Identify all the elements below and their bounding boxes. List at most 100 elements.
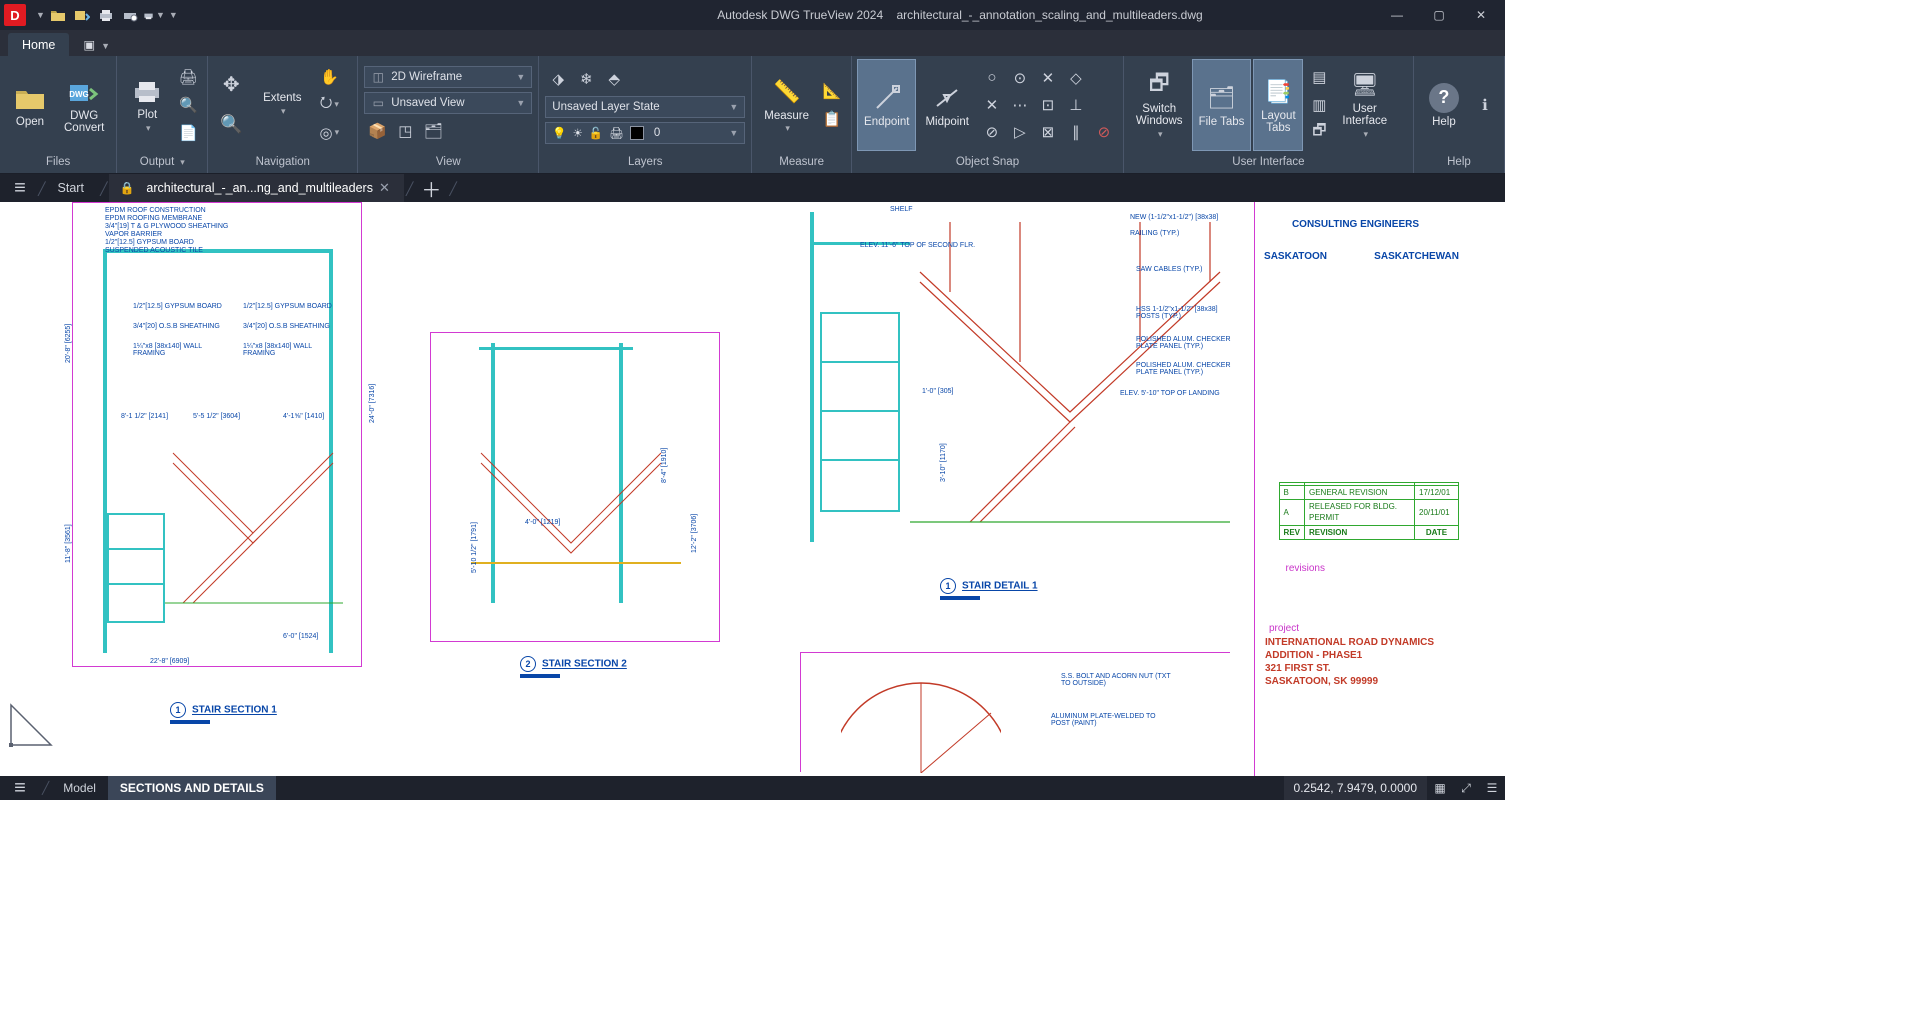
named-view-dropdown[interactable]: ▭ Unsaved View ▼ (364, 92, 532, 114)
osnap-center-icon[interactable]: ○ (979, 65, 1005, 91)
minimize-button[interactable]: — (1377, 1, 1417, 29)
batch-plot-icon[interactable]: ▼ (143, 4, 165, 26)
osnap-midpoint-button[interactable]: Midpoint (919, 60, 974, 150)
status-paper-icon[interactable]: ▦ (1427, 776, 1453, 800)
measure-button-label: Measure (764, 110, 809, 122)
window-title: Autodesk DWG TrueView 2024 architectural… (0, 8, 1920, 22)
readonly-lock-icon: 🔒 (119, 181, 134, 195)
osnap-apparent-icon[interactable]: ⊠ (1035, 119, 1061, 145)
dwg-convert-button[interactable]: DWG DWG Convert (58, 60, 110, 150)
panel-view-title: View (358, 153, 538, 173)
layout-tabs-toggle[interactable]: 📑 Layout Tabs (1254, 60, 1302, 150)
osnap-endpoint-button[interactable]: Endpoint (858, 60, 915, 150)
open-button-label: Open (16, 116, 44, 128)
switch-windows-label: Switch Windows (1136, 103, 1183, 127)
open-folder-icon[interactable] (47, 4, 69, 26)
measure-geom-icon[interactable]: 📐 (819, 78, 845, 104)
pan-hand-icon[interactable]: ✋ (316, 64, 342, 90)
tab-document[interactable]: 🔒 architectural_-_an...ng_and_multileade… (109, 174, 403, 202)
app-icon[interactable]: D (4, 4, 26, 26)
switch-windows-icon: 🗗 (1143, 69, 1175, 101)
close-button[interactable]: ✕ (1461, 1, 1501, 29)
plot-preview-icon[interactable]: 🔍 (175, 92, 201, 118)
layout-tab-model[interactable]: Model (51, 776, 108, 800)
layout-tabs-menu-icon[interactable]: ≡ (0, 777, 40, 800)
switch-windows-button[interactable]: 🗗 Switch Windows▾ (1130, 60, 1189, 150)
cascade-icon[interactable]: 🗗 (1306, 120, 1332, 146)
current-layer-dropdown[interactable]: 💡 ☀ 🔓 🖨 0 ▼ (545, 122, 745, 144)
view-front-icon[interactable]: ◳ (392, 118, 418, 144)
file-tabs-menu-icon[interactable]: ≡ (4, 174, 36, 202)
osnap-intersection-icon[interactable]: ✕ (979, 92, 1005, 118)
panel-layers: ⬗ ❄ ⬘ Unsaved Layer State ▼ 💡 ☀ 🔓 🖨 (539, 56, 752, 173)
orbit-icon[interactable]: ⭮▾ (316, 92, 342, 118)
zoom-extents-button[interactable]: Extents▾ (252, 60, 312, 150)
maximize-button[interactable]: ▢ (1419, 1, 1459, 29)
layer-state-dropdown[interactable]: Unsaved Layer State ▼ (545, 96, 745, 118)
layer-freeze-icon[interactable]: ❄ (573, 66, 599, 92)
tab-home[interactable]: Home (8, 33, 69, 56)
app-menu-caret-icon[interactable]: ▼ (36, 10, 45, 20)
file-tabs-bar: ≡ ╱ Start ╱ 🔒 architectural_-_an...ng_an… (0, 174, 1505, 202)
osnap-node-icon[interactable]: ✕ (1035, 65, 1061, 91)
help-button[interactable]: ? Help (1420, 60, 1468, 150)
layer-off-icon[interactable]: ⬗ (545, 66, 571, 92)
visual-style-dropdown[interactable]: ◫ 2D Wireframe ▼ (364, 66, 532, 88)
osnap-insertion-icon[interactable]: ⊡ (1035, 92, 1061, 118)
nav-arrows-icon[interactable]: ✥ (214, 68, 248, 102)
panel-help-title: Help (1414, 153, 1504, 173)
plot-button[interactable]: Plot▾ (123, 60, 171, 150)
detail1-tag: 1STAIR DETAIL 1 (940, 578, 1038, 600)
view-manager-icon[interactable]: 🗂 (420, 118, 446, 144)
osnap-none-icon[interactable]: ⊘ (1091, 119, 1117, 145)
status-coordinates: 0.2542, 7.9479, 0.0000 (1284, 776, 1427, 800)
titleblock-consulting: CONSULTING ENGINEERS (1292, 218, 1419, 231)
osnap-extension-icon[interactable]: ⋯ (1007, 92, 1033, 118)
tab-output-dropdown[interactable]: ▣▼ (69, 32, 124, 56)
steering-wheel-icon[interactable]: ◎▾ (316, 120, 342, 146)
list-properties-icon[interactable]: 📋 (819, 106, 845, 132)
osnap-nearest-icon[interactable]: ▷ (1007, 119, 1033, 145)
layer-isolate-icon[interactable]: ⬘ (601, 66, 627, 92)
file-tabs-label: File Tabs (1199, 116, 1245, 128)
open-button[interactable]: Open (6, 60, 54, 150)
zoom-realtime-icon[interactable]: 🔍 (214, 108, 248, 142)
help-button-label: Help (1432, 116, 1456, 128)
batch-plot-icon[interactable]: 🖨 (175, 64, 201, 90)
file-tabs-toggle[interactable]: 🗂 File Tabs (1193, 60, 1251, 150)
new-tab-plus-icon[interactable]: ＋ (415, 174, 447, 203)
layer-on-bulb-icon: 💡 (552, 126, 566, 140)
plot-icon[interactable] (95, 4, 117, 26)
status-customize-icon[interactable]: ☰ (1479, 776, 1505, 800)
dwg-convert-icon[interactable] (71, 4, 93, 26)
osnap-tangent-icon[interactable]: ⊘ (979, 119, 1005, 145)
tile-horizontal-icon[interactable]: ▤ (1306, 64, 1332, 90)
export-icon[interactable]: 📄 (175, 120, 201, 146)
layer-plot-icon: 🖨 (609, 126, 624, 140)
view-cube-icon[interactable]: 📦 (364, 118, 390, 144)
tab-close-icon[interactable]: ✕ (379, 180, 390, 196)
document-name-label: architectural_-_annotation_scaling_and_m… (897, 8, 1203, 22)
status-scale-icon[interactable]: ⤢ (1453, 776, 1479, 800)
tab-start[interactable]: Start (48, 174, 98, 202)
osnap-quadrant-icon[interactable]: ◇ (1063, 65, 1089, 91)
viewport-stair-section-1: EPDM ROOF CONSTRUCTIONEPDM ROOFING MEMBR… (72, 202, 362, 667)
user-interface-button[interactable]: 🖥 User Interface▾ (1336, 60, 1393, 150)
dwg-convert-icon: DWG (68, 76, 100, 108)
ucs-icon (6, 700, 56, 750)
open-folder-icon (14, 82, 46, 114)
osnap-perpendicular-icon[interactable]: ⊥ (1063, 92, 1089, 118)
osnap-parallel-icon[interactable]: ∥ (1063, 119, 1089, 145)
panel-output: Plot▾ 🖨 🔍 📄 Output▾ (117, 56, 208, 173)
dwg-convert-button-label: DWG Convert (64, 110, 104, 134)
measure-button[interactable]: 📏 Measure▾ (758, 60, 815, 150)
viewport-stair-detail-1: SHELF NEW (1-1/2 (800, 202, 1240, 562)
osnap-geometric-center-icon[interactable]: ⊙ (1007, 65, 1033, 91)
drawing-area[interactable]: — ❐ ✕ 🏠 ◎ ✋ 🔍 ⭮ ▦ CONSULTING ENGINEERS S… (0, 202, 1505, 776)
tile-vertical-icon[interactable]: ▥ (1306, 92, 1332, 118)
qat-customize-caret-icon[interactable]: ▼ (169, 10, 178, 20)
panel-navigation-title: Navigation (208, 153, 357, 173)
layout-tab-sections[interactable]: SECTIONS AND DETAILS (108, 776, 276, 800)
plot-preview-icon[interactable] (119, 4, 141, 26)
about-icon[interactable]: ℹ (1472, 92, 1498, 118)
